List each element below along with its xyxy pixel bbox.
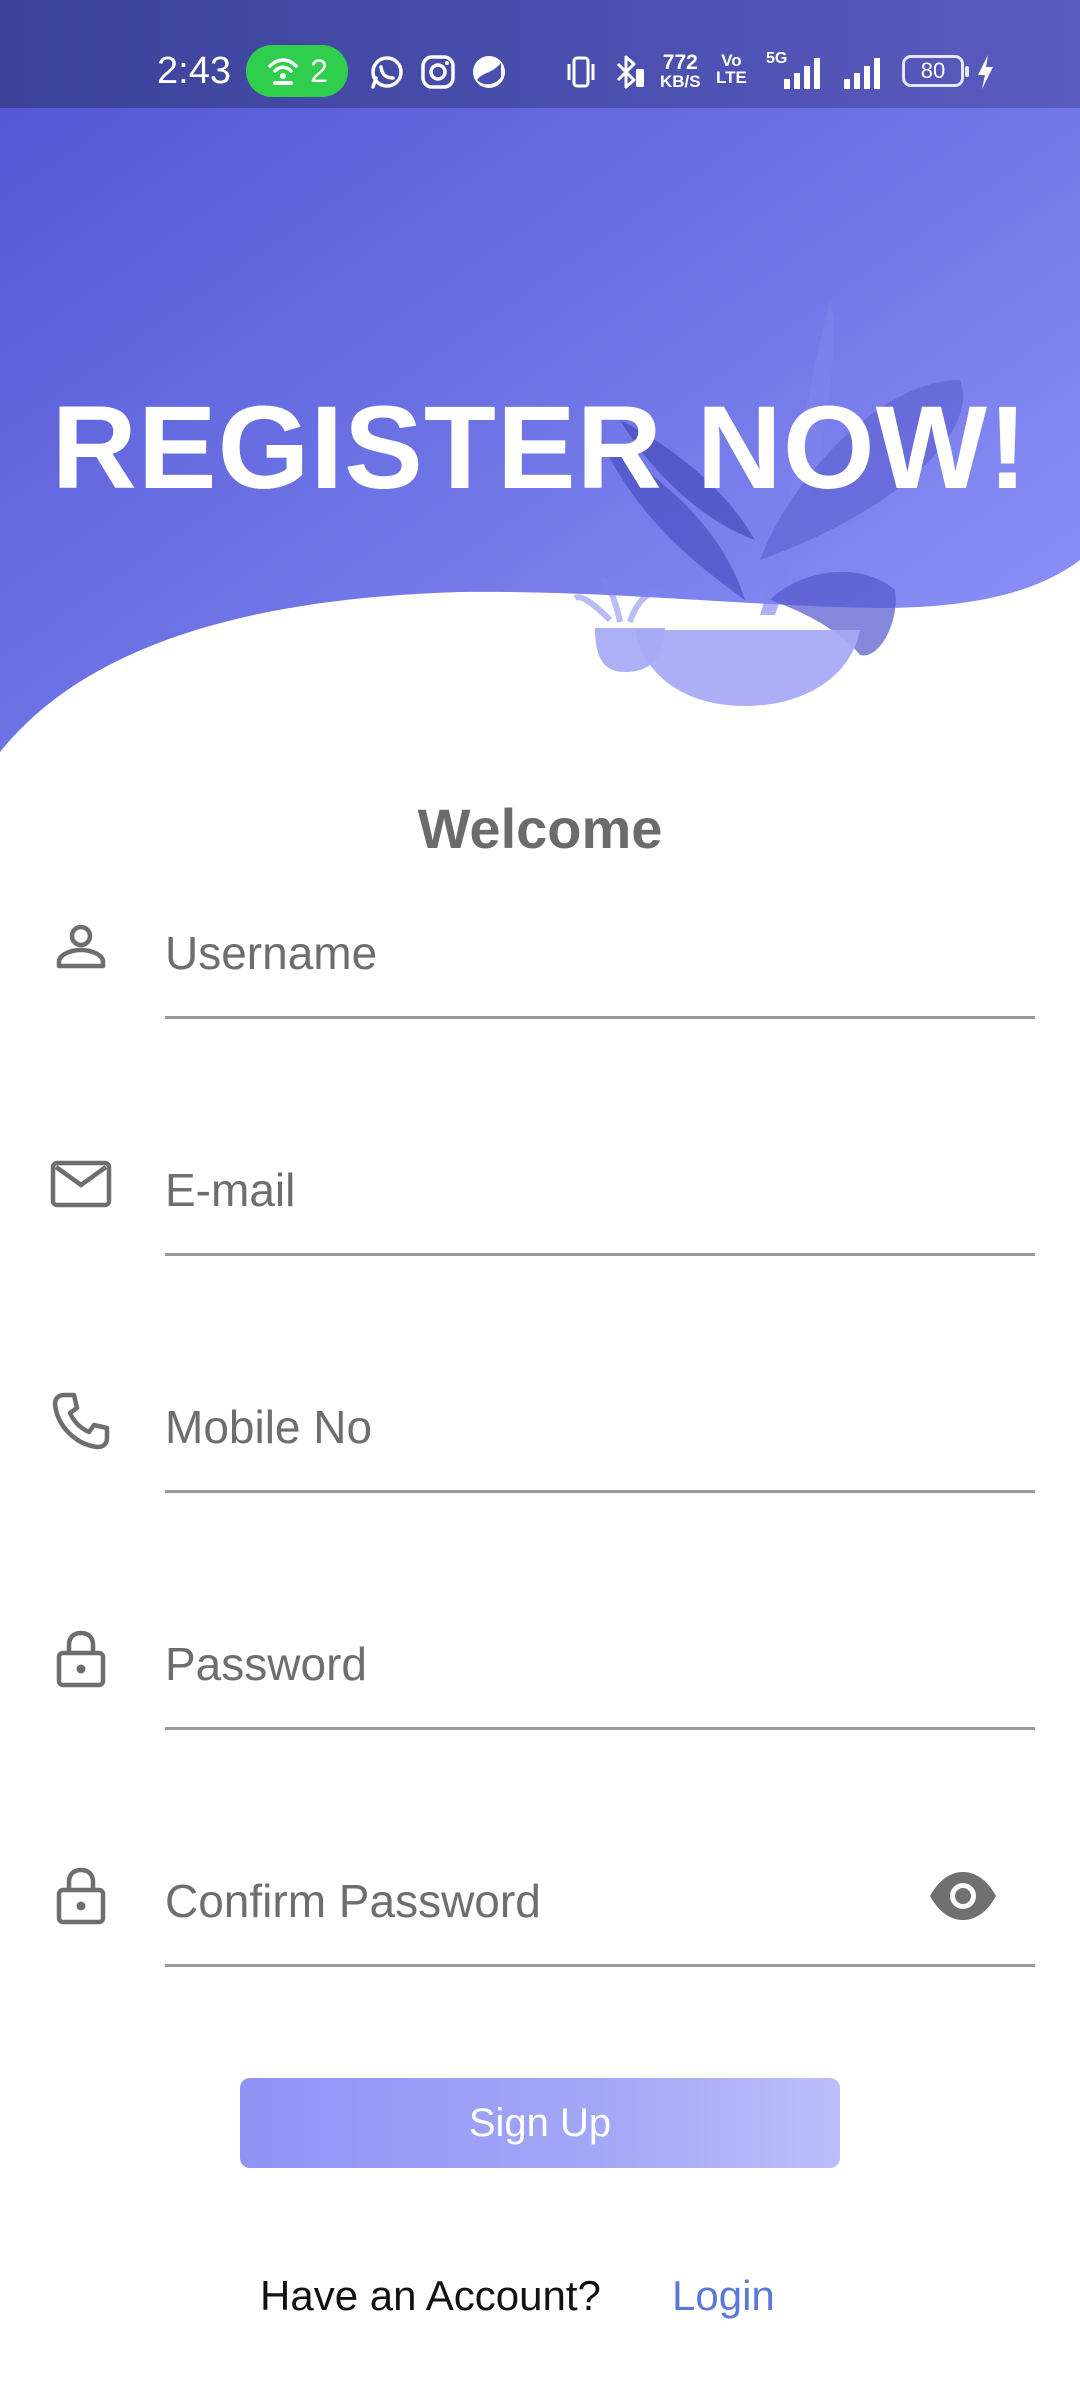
mobile-input[interactable] [165, 1362, 1035, 1492]
have-account-text: Have an Account? [260, 2272, 601, 2319]
login-link[interactable]: Login [672, 2272, 775, 2320]
confirm-password-underline [165, 1964, 1035, 1967]
password-input[interactable] [165, 1599, 1035, 1729]
gallery-icon [473, 56, 505, 88]
volte-indicator: Vo LTE [716, 52, 747, 86]
lock-icon [56, 1867, 106, 1925]
confirm-password-input[interactable] [165, 1836, 905, 1966]
net-speed-value: 772 [662, 51, 698, 74]
volte-line2: LTE [716, 68, 747, 87]
mobile-underline [165, 1490, 1035, 1493]
username-input[interactable] [165, 888, 1035, 1018]
username-underline [165, 1016, 1035, 1019]
phone-icon [52, 1392, 110, 1450]
email-input[interactable] [165, 1125, 1035, 1255]
person-icon [56, 924, 106, 969]
status-bar: 2:43 2 772 KB/S Vo LTE 5G 80 [0, 0, 1080, 108]
signal-strength-icon [784, 58, 820, 89]
bluetooth-icon [616, 55, 644, 89]
vibrate-icon [567, 56, 595, 88]
email-underline [165, 1253, 1035, 1256]
lock-icon [56, 1630, 106, 1688]
volte-line1: Vo [721, 51, 742, 70]
net-speed: 772 KB/S [660, 52, 701, 90]
signal-strength-2-icon [844, 58, 880, 89]
username-field-row [0, 888, 1080, 1028]
header-wave [0, 0, 1080, 752]
hotspot-count: 2 [310, 52, 328, 89]
confirm-password-field-row [0, 1836, 1080, 1976]
password-field-row [0, 1599, 1080, 1739]
sign-up-button[interactable]: Sign Up [240, 2078, 840, 2168]
battery-indicator: 80 [902, 55, 969, 87]
mail-icon [50, 1160, 112, 1208]
welcome-heading: Welcome [417, 797, 663, 860]
hotspot-indicator: 2 [246, 45, 348, 97]
show-password-eye-icon[interactable] [928, 1868, 998, 1924]
hotspot-icon [268, 58, 298, 85]
whatsapp-icon [371, 56, 403, 89]
charging-icon [978, 55, 993, 89]
battery-level: 80 [920, 58, 946, 83]
instagram-icon [421, 55, 455, 89]
register-screen: REGISTER NOW! 2:43 2 772 KB/S Vo LTE 5G … [0, 0, 1080, 2400]
mobile-field-row [0, 1362, 1080, 1502]
login-prompt-row: Have an Account? Login [0, 2272, 1080, 2332]
email-field-row [0, 1125, 1080, 1265]
status-time: 2:43 [157, 50, 231, 92]
net-speed-unit: KB/S [660, 72, 701, 91]
page-title: REGISTER NOW! [51, 382, 1029, 514]
password-underline [165, 1727, 1035, 1730]
